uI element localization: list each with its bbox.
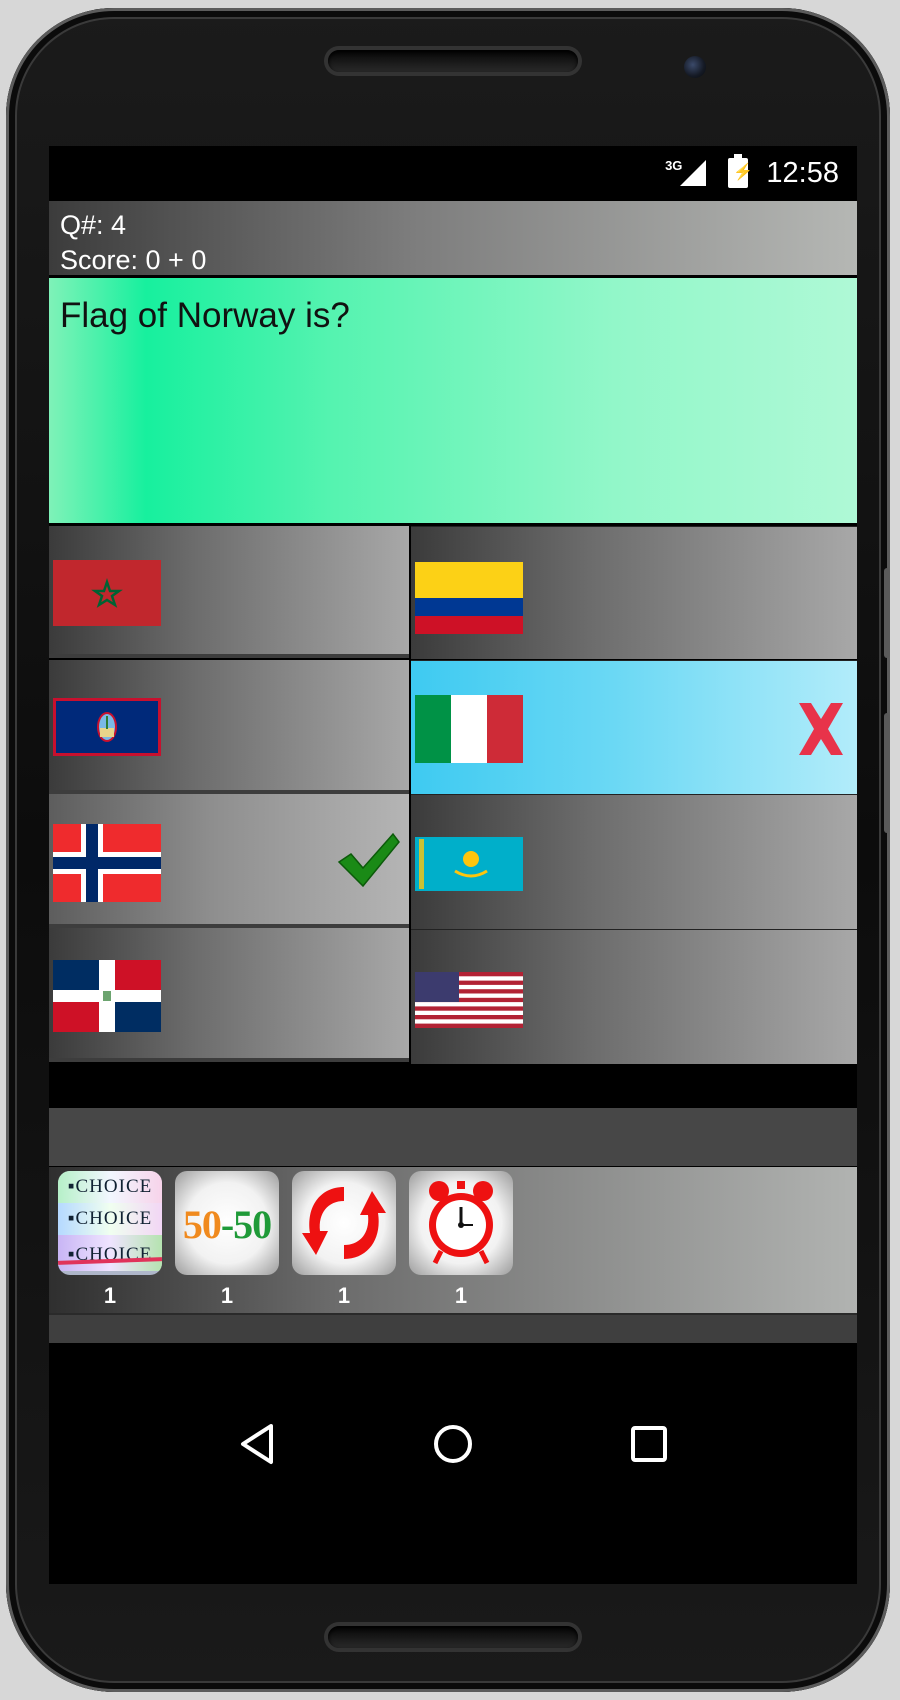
question-panel: Flag of Norway is? <box>49 278 857 523</box>
refresh-arrows-icon <box>292 1171 396 1275</box>
fifty-fifty-label: 50-50 <box>182 1202 272 1247</box>
lifeline-swap-button[interactable]: 1 <box>292 1171 396 1308</box>
clock: 12:58 <box>766 156 839 189</box>
question-text: Flag of Norway is? <box>60 296 350 335</box>
bottom-speaker <box>328 1626 578 1648</box>
spacer-band <box>49 1108 857 1166</box>
score: Score: 0 + 0 <box>60 245 207 275</box>
united-states-flag-icon <box>415 972 523 1028</box>
wrong-x-icon <box>797 701 845 762</box>
norway-flag-icon <box>53 824 161 902</box>
battery-charging-icon: ⚡ <box>728 154 753 188</box>
recents-icon[interactable] <box>619 1414 679 1474</box>
quiz-header: Q#: 4 Score: 0 + 0 <box>49 201 857 275</box>
colombia-flag-icon <box>415 562 523 634</box>
network-type: 3G <box>665 157 683 173</box>
choice-line-3: ▪CHOICE <box>58 1235 162 1271</box>
lifeline-count: 1 <box>103 1283 117 1308</box>
lifelines-bar: ▪CHOICE ▪CHOICE ▪CHOICE 1 50-50 1 1 1 <box>49 1167 857 1313</box>
answer-option-norway[interactable] <box>49 794 409 928</box>
checkmark-icon <box>337 832 401 893</box>
answer-option-morocco[interactable] <box>49 526 409 658</box>
navigation-bar <box>49 1394 857 1494</box>
question-number: Q#: 4 <box>60 210 127 240</box>
answer-grid <box>49 526 857 1108</box>
answer-option-kazakhstan[interactable] <box>411 794 857 929</box>
morocco-flag-icon <box>53 560 161 626</box>
italy-flag-icon <box>415 695 523 763</box>
kazakhstan-flag-icon <box>415 837 523 891</box>
dominican-republic-flag-icon <box>53 960 161 1032</box>
answer-option-colombia[interactable] <box>411 526 857 659</box>
choice-line-2: ▪CHOICE <box>58 1203 162 1235</box>
status-bar: 3G ⚡ 12:58 <box>49 146 857 200</box>
alarm-clock-icon <box>409 1171 513 1275</box>
volume-button <box>884 568 890 658</box>
guam-flag-icon <box>53 698 161 756</box>
signal-icon <box>680 160 707 186</box>
lifeline-count: 1 <box>220 1283 234 1308</box>
home-icon[interactable] <box>423 1414 483 1474</box>
lifeline-choice-button[interactable]: ▪CHOICE ▪CHOICE ▪CHOICE 1 <box>58 1171 162 1308</box>
earpiece-speaker <box>328 50 578 72</box>
lifeline-fifty-fifty-button[interactable]: 50-50 1 <box>175 1171 279 1308</box>
fifty-fifty-icon: 50-50 <box>175 1171 279 1275</box>
lifeline-timer-button[interactable]: 1 <box>409 1171 513 1308</box>
choice-icon: ▪CHOICE ▪CHOICE ▪CHOICE <box>58 1171 162 1275</box>
power-button <box>884 713 890 833</box>
answer-option-guam[interactable] <box>49 660 409 794</box>
back-icon[interactable] <box>227 1414 287 1474</box>
lifeline-count: 1 <box>337 1283 351 1308</box>
answer-option-italy[interactable] <box>411 660 857 794</box>
answer-option-dominican-republic[interactable] <box>49 928 409 1062</box>
answer-option-united-states[interactable] <box>411 929 857 1064</box>
lifeline-count: 1 <box>454 1283 468 1308</box>
choice-line-1: ▪CHOICE <box>58 1171 162 1203</box>
bottom-band <box>49 1313 857 1343</box>
screen: 3G ⚡ 12:58 Q#: 4 Score: 0 + 0 Flag of No… <box>49 146 857 1584</box>
phone-frame: 3G ⚡ 12:58 Q#: 4 Score: 0 + 0 Flag of No… <box>6 8 890 1692</box>
front-camera <box>684 56 706 78</box>
